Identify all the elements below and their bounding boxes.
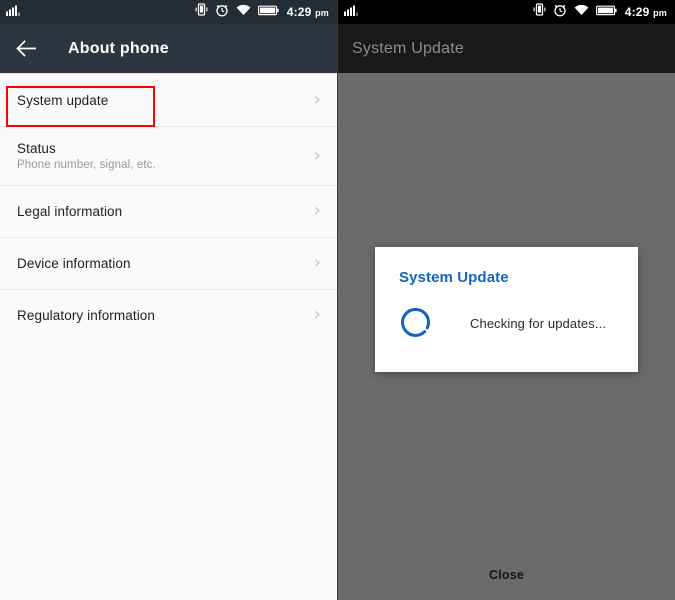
status-bar-left: 4:29 pm	[0, 0, 337, 24]
list-item-regulatory-information[interactable]: Regulatory information ›	[0, 289, 337, 341]
app-bar-right: System Update	[338, 24, 675, 73]
loading-spinner-icon	[399, 306, 433, 340]
system-update-dialog: System Update Checking for updates...	[375, 247, 638, 372]
wifi-icon	[236, 3, 251, 21]
dual-screenshot-container: 4:29 pm About phone System update › Stat	[0, 0, 675, 600]
system-update-screen: 4:29 pm System Update System Update Chec…	[338, 0, 675, 600]
dialog-body: Checking for updates...	[375, 286, 638, 340]
chevron-right-icon: ›	[313, 89, 321, 110]
chevron-right-icon: ›	[313, 252, 321, 273]
list-item-label: Device information	[17, 255, 131, 271]
battery-full-icon	[595, 3, 617, 21]
list-item-text-group: Legal information	[17, 204, 122, 219]
status-bar-icon-group	[195, 3, 279, 22]
clock-ampm: pm	[653, 8, 667, 18]
dialog-message: Checking for updates...	[470, 315, 606, 331]
list-item-device-information[interactable]: Device information ›	[0, 237, 337, 289]
clock-ampm: pm	[315, 8, 329, 18]
signal-bars-icon	[6, 3, 21, 21]
list-item-label: Legal information	[17, 203, 123, 219]
status-bar-icon-group	[533, 3, 617, 22]
list-item-system-update[interactable]: System update ›	[0, 74, 337, 126]
status-bar-clock: 4:29 pm	[625, 5, 667, 19]
dialog-title: System Update	[399, 269, 509, 286]
page-title: System Update	[352, 39, 464, 57]
about-phone-list: System update › Status Phone number, sig…	[0, 73, 337, 600]
dialog-scrim-overlay: System Update Checking for updates... Cl…	[338, 73, 675, 600]
app-bar-left: About phone	[0, 24, 337, 73]
list-item-status[interactable]: Status Phone number, signal, etc. ›	[0, 126, 337, 185]
about-phone-screen: 4:29 pm About phone System update › Stat	[0, 0, 337, 600]
list-item-subtitle: Phone number, signal, etc.	[17, 158, 156, 171]
vibrate-icon	[533, 3, 546, 21]
back-arrow-icon[interactable]	[14, 37, 38, 61]
clock-time: 4:29	[286, 5, 312, 19]
list-item-legal-information[interactable]: Legal information ›	[0, 185, 337, 237]
list-item-text-group: Status Phone number, signal, etc.	[17, 141, 156, 171]
list-item-text-group: Regulatory information	[17, 308, 155, 323]
chevron-right-icon: ›	[313, 304, 321, 325]
list-item-label: Regulatory information	[17, 307, 156, 323]
chevron-right-icon: ›	[313, 200, 321, 221]
chevron-right-icon: ›	[313, 144, 321, 166]
status-bar-clock: 4:29 pm	[287, 5, 329, 19]
status-bar-right: 4:29 pm	[338, 0, 675, 24]
close-button[interactable]: Close	[338, 568, 675, 582]
page-title: About phone	[68, 39, 169, 57]
alarm-clock-icon	[553, 3, 567, 22]
vibrate-icon	[195, 3, 208, 21]
alarm-clock-icon	[215, 3, 229, 22]
wifi-icon	[574, 3, 589, 21]
list-item-text-group: Device information	[17, 256, 131, 271]
signal-bars-icon	[344, 3, 359, 21]
clock-time: 4:29	[624, 5, 650, 19]
list-item-text-group: System update	[17, 93, 108, 108]
list-item-label: Status	[17, 140, 56, 156]
battery-full-icon	[257, 3, 279, 21]
list-item-label: System update	[17, 92, 109, 108]
